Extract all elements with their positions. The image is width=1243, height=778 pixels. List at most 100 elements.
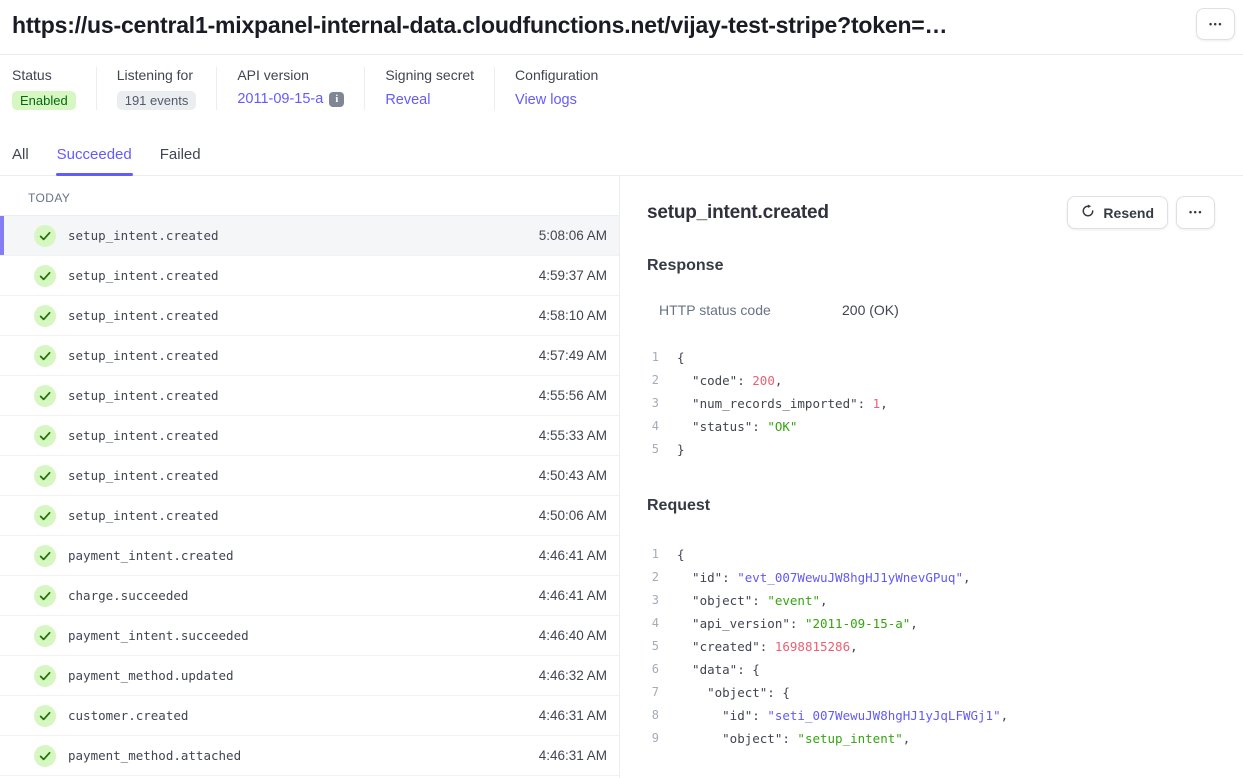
line-number: 6 — [647, 658, 659, 681]
info-icon: i — [329, 92, 344, 107]
configuration-label: Configuration — [515, 67, 598, 83]
list-item[interactable]: payment_intent.succeeded4:46:40 AM — [0, 616, 619, 656]
tab-failed[interactable]: Failed — [160, 146, 201, 175]
reveal-link[interactable]: Reveal — [385, 92, 430, 108]
event-rows: setup_intent.created5:08:06 AMsetup_inte… — [0, 216, 619, 776]
ellipsis-icon: ••• — [1208, 20, 1223, 29]
webhook-meta-row: Status Enabled Listening for 191 events … — [0, 55, 1243, 124]
line-number: 4 — [647, 415, 659, 438]
code-text: "object": "event", — [677, 589, 828, 612]
code-text: "status": "OK" — [677, 415, 797, 438]
list-item[interactable]: payment_method.updated4:46:32 AM — [0, 656, 619, 696]
code-line: 8 "id": "seti_007WewuJW8hgHJ1yJqLFWGj1", — [647, 704, 1215, 727]
event-time: 4:59:37 AM — [539, 268, 607, 283]
code-text: "id": "evt_007WewuJW8hgHJ1yWnevGPuq", — [677, 566, 971, 589]
event-name: charge.succeeded — [68, 588, 539, 603]
list-item[interactable]: setup_intent.created4:57:49 AM — [0, 336, 619, 376]
request-code-block: 1{2 "id": "evt_007WewuJW8hgHJ1yWnevGPuq"… — [647, 543, 1215, 750]
detail-overflow-button[interactable]: ••• — [1176, 196, 1215, 229]
event-time: 4:50:43 AM — [539, 468, 607, 483]
code-text: { — [677, 543, 685, 566]
code-line: 2 "code": 200, — [647, 369, 1215, 392]
code-line: 4 "status": "OK" — [647, 415, 1215, 438]
top-bar: https://us-central1-mixpanel-internal-da… — [0, 0, 1243, 55]
list-item[interactable]: payment_intent.created4:46:41 AM — [0, 536, 619, 576]
check-icon — [34, 585, 56, 607]
code-line: 7 "object": { — [647, 681, 1215, 704]
code-text: "id": "seti_007WewuJW8hgHJ1yJqLFWGj1", — [677, 704, 1008, 727]
view-logs-link[interactable]: View logs — [515, 92, 577, 108]
list-item[interactable]: payment_method.attached4:46:31 AM — [0, 736, 619, 776]
list-group-label: TODAY — [0, 176, 619, 216]
line-number: 3 — [647, 392, 659, 415]
code-text: "num_records_imported": 1, — [677, 392, 888, 415]
status-badge: Enabled — [12, 91, 76, 110]
check-icon — [34, 745, 56, 767]
code-line: 5} — [647, 438, 1215, 461]
event-name: setup_intent.created — [68, 308, 539, 323]
event-time: 4:46:31 AM — [539, 748, 607, 763]
meta-api-version: API version 2011-09-15-a i — [216, 67, 364, 110]
check-icon — [34, 225, 56, 247]
response-code-block: 1{2 "code": 200,3 "num_records_imported"… — [647, 346, 1215, 461]
tab-succeeded[interactable]: Succeeded — [57, 146, 132, 175]
page-title: https://us-central1-mixpanel-internal-da… — [12, 8, 947, 42]
event-time: 4:57:49 AM — [539, 348, 607, 363]
list-item[interactable]: setup_intent.created4:50:43 AM — [0, 456, 619, 496]
header-overflow-button[interactable]: ••• — [1196, 8, 1235, 40]
event-name: payment_intent.created — [68, 548, 539, 563]
event-name: setup_intent.created — [68, 268, 539, 283]
event-time: 4:58:10 AM — [539, 308, 607, 323]
line-number: 4 — [647, 612, 659, 635]
event-name: setup_intent.created — [68, 228, 539, 243]
list-item[interactable]: charge.succeeded4:46:41 AM — [0, 576, 619, 616]
list-item[interactable]: setup_intent.created5:08:06 AM — [0, 216, 619, 256]
line-number: 3 — [647, 589, 659, 612]
code-line: 9 "object": "setup_intent", — [647, 727, 1215, 750]
check-icon — [34, 265, 56, 287]
status-label: Status — [12, 67, 76, 83]
event-time: 5:08:06 AM — [539, 228, 607, 243]
code-text: "code": 200, — [677, 369, 782, 392]
http-status-row: HTTP status code 200 (OK) — [659, 302, 1215, 318]
check-icon — [34, 625, 56, 647]
check-icon — [34, 545, 56, 567]
check-icon — [34, 425, 56, 447]
event-name: setup_intent.created — [68, 468, 539, 483]
list-item[interactable]: setup_intent.created4:59:37 AM — [0, 256, 619, 296]
list-item[interactable]: setup_intent.created4:50:06 AM — [0, 496, 619, 536]
tab-all[interactable]: All — [12, 146, 29, 175]
event-time: 4:50:06 AM — [539, 508, 607, 523]
meta-listening-for: Listening for 191 events — [96, 67, 217, 110]
event-name: setup_intent.created — [68, 348, 539, 363]
resend-button[interactable]: Resend — [1067, 196, 1168, 229]
list-item[interactable]: setup_intent.created4:55:33 AM — [0, 416, 619, 456]
meta-signing-secret: Signing secret Reveal — [364, 67, 494, 110]
api-version-link[interactable]: 2011-09-15-a — [237, 91, 323, 107]
check-icon — [34, 305, 56, 327]
code-line: 5 "created": 1698815286, — [647, 635, 1215, 658]
event-name: customer.created — [68, 708, 539, 723]
line-number: 2 — [647, 566, 659, 589]
list-item[interactable]: setup_intent.created4:55:56 AM — [0, 376, 619, 416]
line-number: 5 — [647, 438, 659, 461]
event-name: payment_intent.succeeded — [68, 628, 539, 643]
events-count-badge: 191 events — [117, 91, 197, 110]
list-item[interactable]: customer.created4:46:31 AM — [0, 696, 619, 736]
code-text: "object": "setup_intent", — [677, 727, 910, 750]
line-number: 7 — [647, 681, 659, 704]
code-text: "object": { — [677, 681, 790, 704]
api-version-label: API version — [237, 67, 344, 83]
list-item[interactable]: setup_intent.created4:58:10 AM — [0, 296, 619, 336]
code-text: } — [677, 438, 685, 461]
response-heading: Response — [647, 257, 1215, 275]
http-status-value: 200 (OK) — [842, 302, 899, 318]
code-line: 1{ — [647, 543, 1215, 566]
event-title: setup_intent.created — [647, 202, 829, 224]
signing-secret-label: Signing secret — [385, 67, 474, 83]
detail-header: setup_intent.created Resend ••• — [647, 196, 1215, 229]
code-text: { — [677, 346, 685, 369]
resend-label: Resend — [1103, 205, 1154, 221]
meta-configuration: Configuration View logs — [494, 67, 618, 110]
line-number: 5 — [647, 635, 659, 658]
